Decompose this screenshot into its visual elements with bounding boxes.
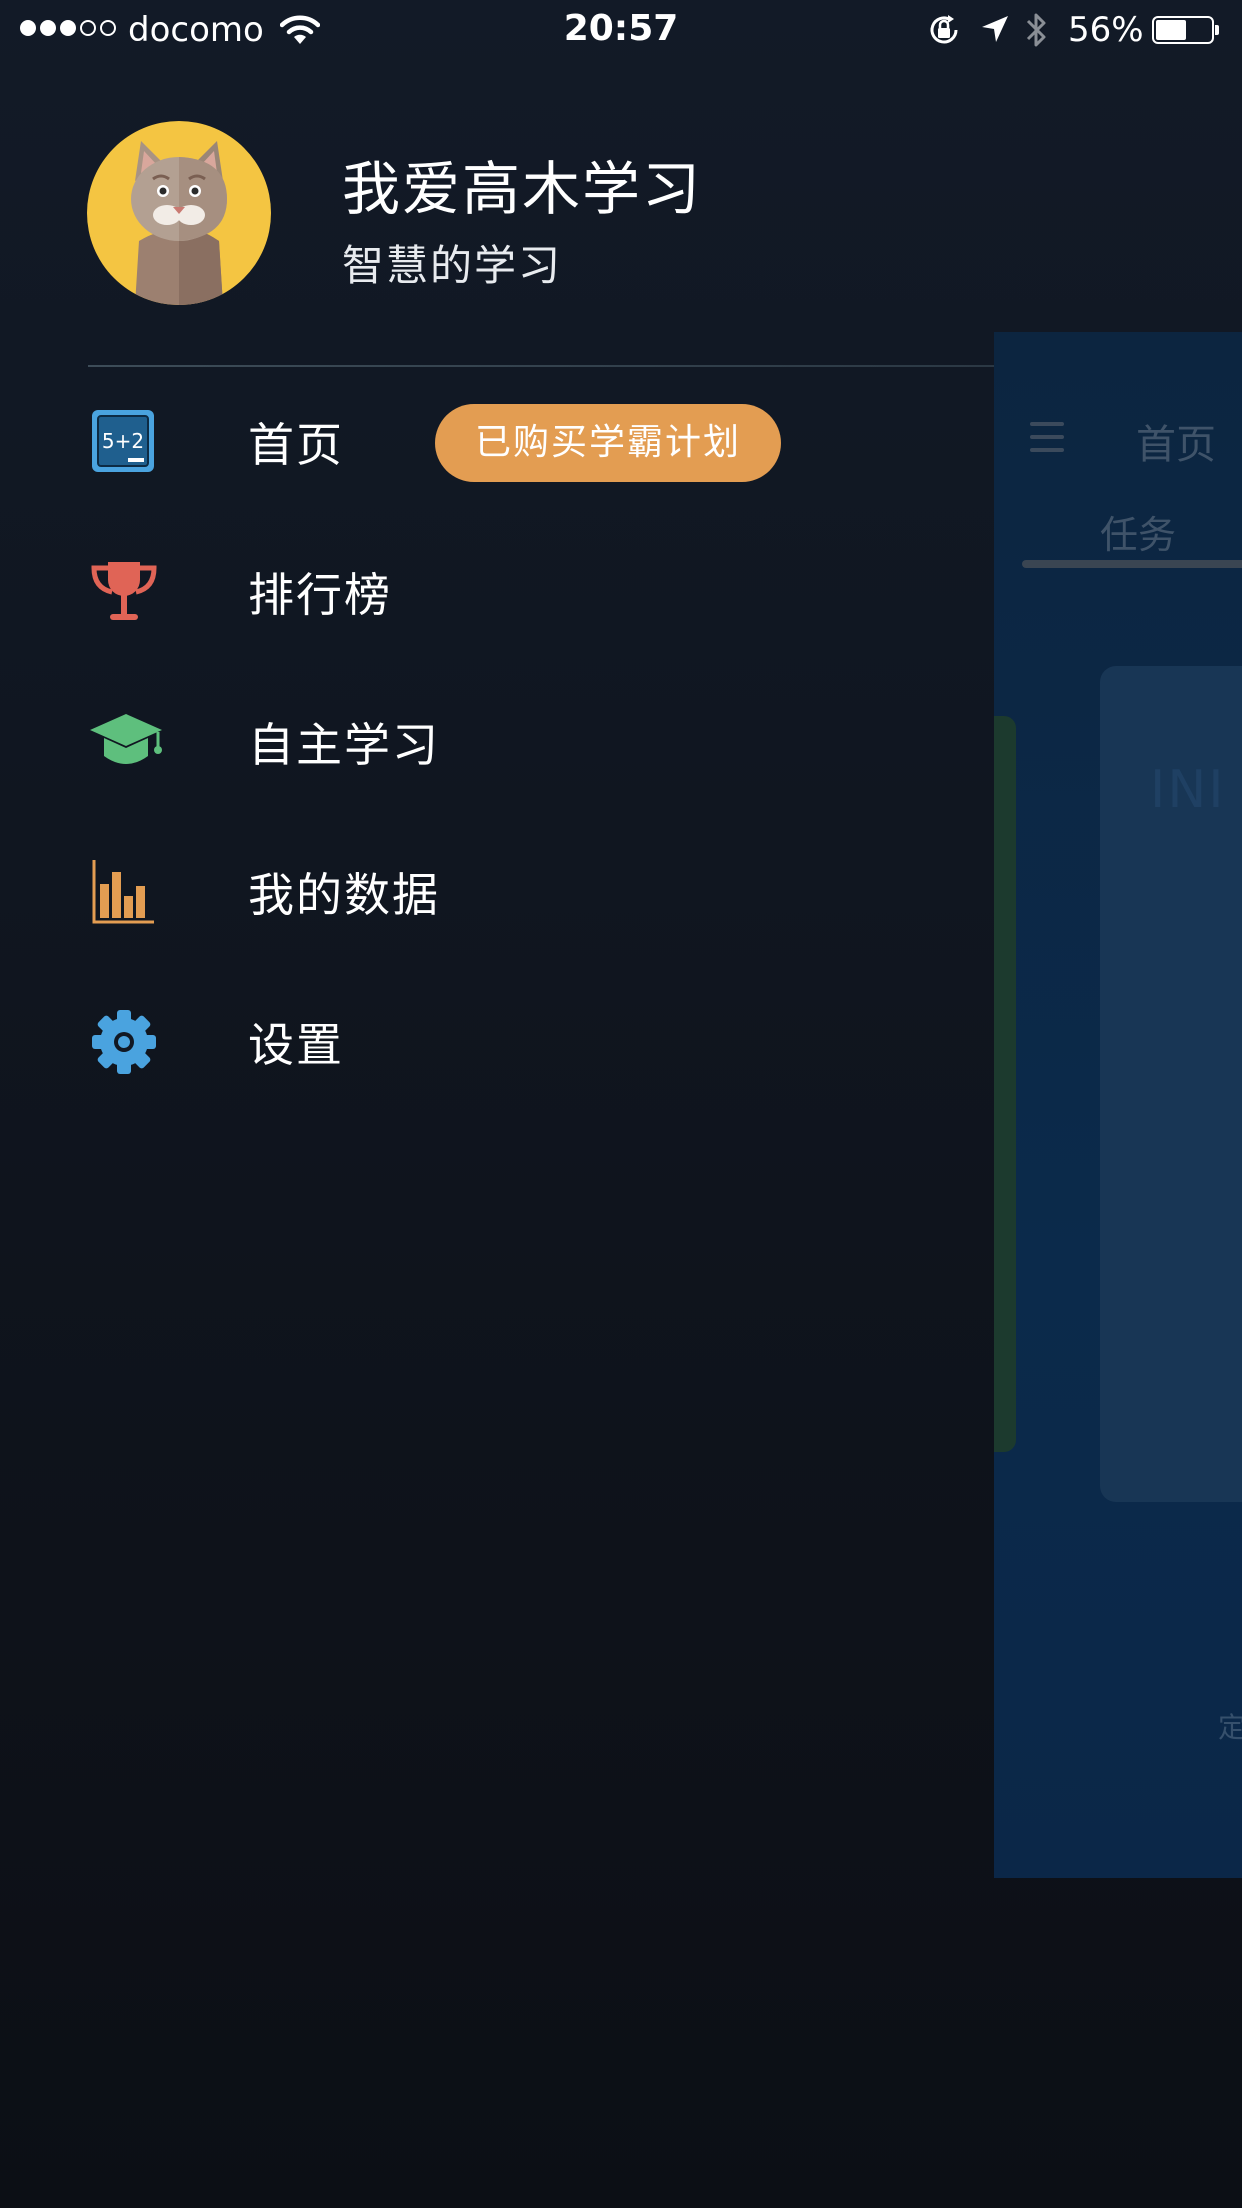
battery-percentage: 56% bbox=[1068, 10, 1144, 50]
menu-item-settings-label: 设置 bbox=[248, 1018, 344, 1072]
bar-chart-icon bbox=[88, 856, 160, 928]
graduation-cap-icon bbox=[88, 706, 162, 778]
background-card-text: INI bbox=[1150, 760, 1226, 820]
menu-item-self-study[interactable]: 自主学习 bbox=[0, 667, 994, 817]
avatar[interactable] bbox=[87, 121, 271, 305]
background-home-screen[interactable]: 首页 任务 INI 定 bbox=[994, 332, 1242, 1878]
menu-item-self-study-label: 自主学习 bbox=[248, 718, 440, 772]
background-footer-text: 定 bbox=[1218, 1711, 1242, 1744]
profile-tagline: 智慧的学习 bbox=[342, 241, 563, 290]
menu-item-leaderboard[interactable]: 排行榜 bbox=[0, 517, 994, 667]
background-page-title: 首页 bbox=[1136, 422, 1216, 468]
background-card-left bbox=[994, 716, 1016, 1452]
purchase-status-badge[interactable]: 已购买学霸计划 bbox=[435, 404, 781, 482]
cat-avatar-icon bbox=[131, 141, 227, 305]
trophy-icon bbox=[88, 556, 160, 628]
hamburger-menu-icon[interactable] bbox=[1030, 422, 1064, 461]
status-bar: docomo 20:57 56% bbox=[0, 0, 1242, 62]
menu-item-home-label: 首页 bbox=[248, 418, 344, 472]
tab-indicator bbox=[1022, 560, 1242, 568]
tab-task[interactable]: 任务 bbox=[1100, 504, 1176, 559]
battery-icon bbox=[1152, 16, 1219, 44]
menu-item-my-data-label: 我的数据 bbox=[248, 868, 440, 922]
status-time: 20:57 bbox=[563, 8, 679, 49]
rotation-lock-icon bbox=[926, 12, 962, 52]
gear-icon bbox=[88, 1006, 160, 1078]
profile-name: 我爱高木学习 bbox=[342, 155, 703, 223]
menu-item-settings[interactable]: 设置 bbox=[0, 967, 994, 1117]
menu-item-leaderboard-label: 排行榜 bbox=[248, 568, 392, 622]
bluetooth-icon bbox=[1024, 10, 1050, 54]
menu-item-my-data[interactable]: 我的数据 bbox=[0, 817, 994, 967]
location-arrow-icon bbox=[980, 14, 1010, 48]
svg-text:5+2: 5+2 bbox=[102, 429, 144, 453]
blackboard-icon: 5+2 bbox=[88, 406, 160, 478]
